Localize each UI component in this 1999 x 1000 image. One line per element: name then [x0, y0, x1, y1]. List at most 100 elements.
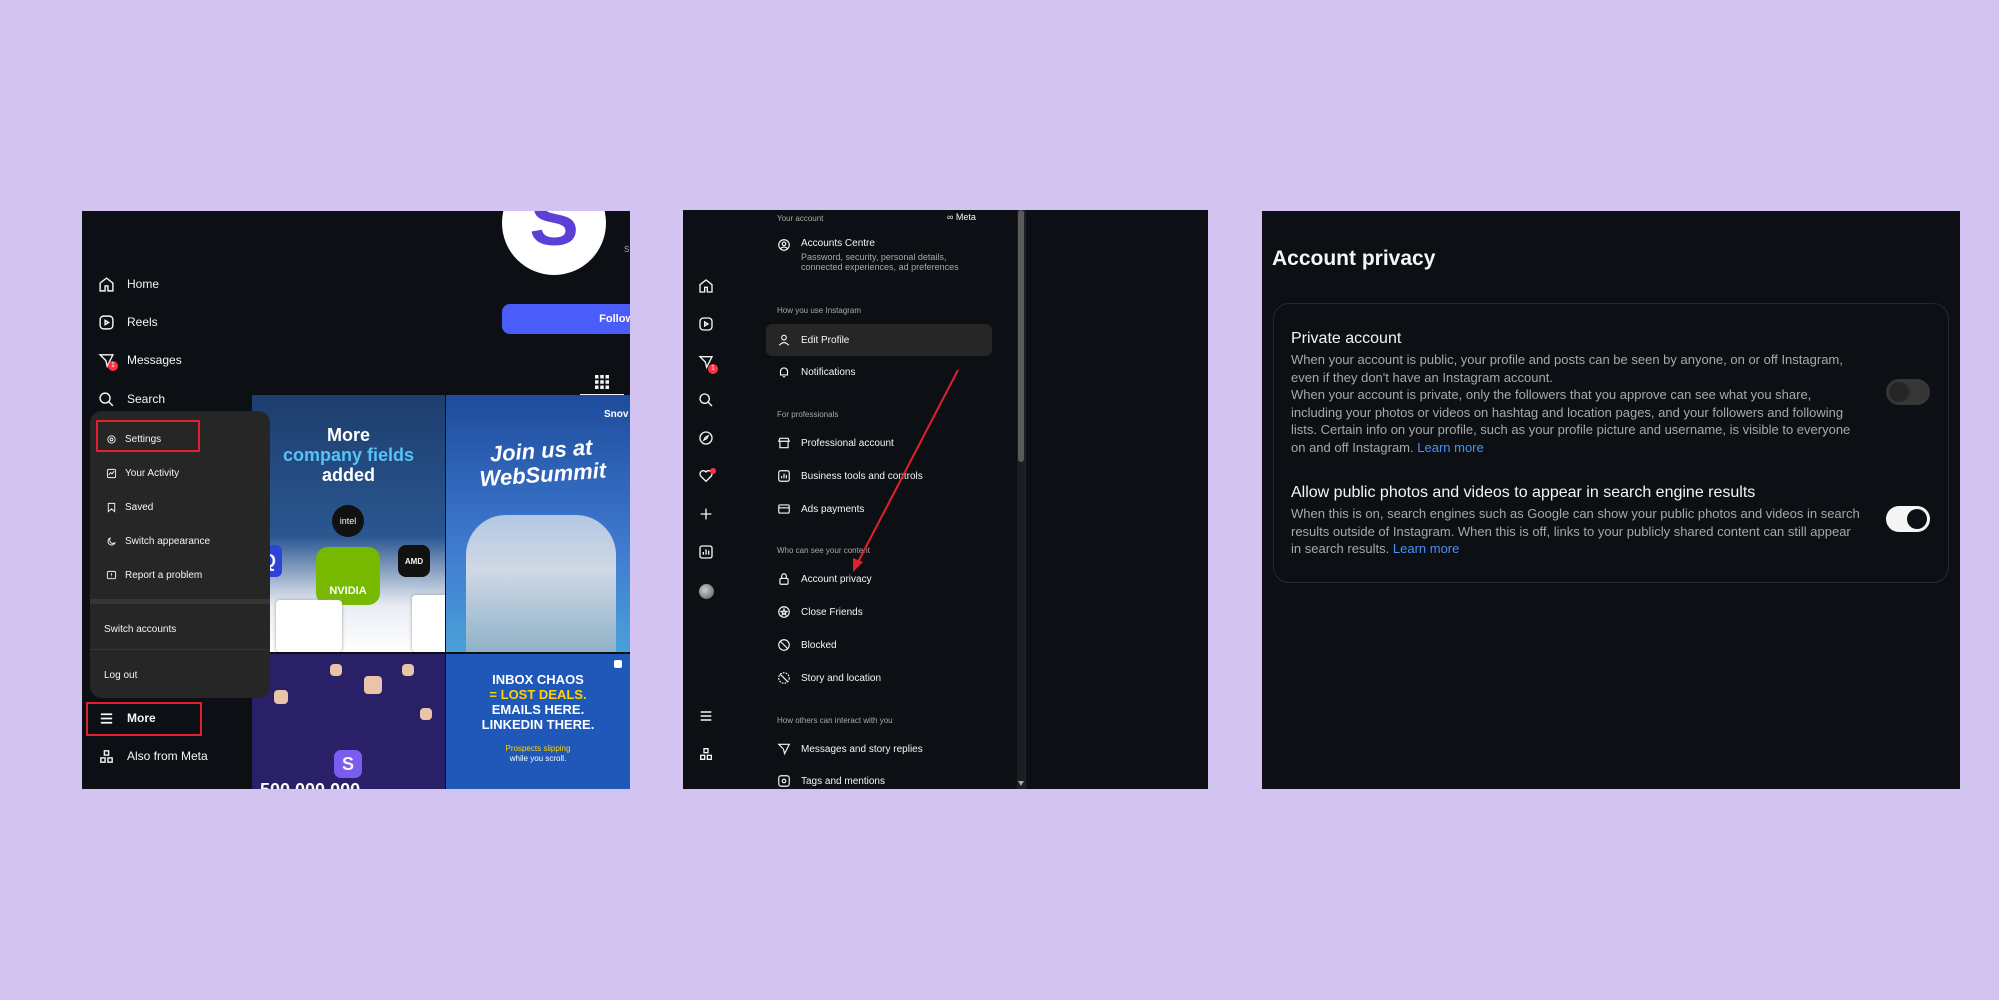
- moon-icon: [107, 536, 116, 545]
- private-account-toggle[interactable]: [1886, 379, 1930, 405]
- report-icon: [106, 570, 117, 579]
- menu-divider: [90, 649, 270, 650]
- amd-logo: AMD: [398, 545, 430, 577]
- account-privacy-panel: Account privacy Private account When you…: [1262, 211, 1960, 789]
- meta-apps-icon: [100, 749, 113, 763]
- private-desc-line1: When your account is public, your profil…: [1291, 352, 1843, 367]
- private-desc-line4: including your photos or videos on hasht…: [1291, 404, 1844, 420]
- search-engine-section: Allow public photos and videos to appear…: [1291, 484, 1871, 558]
- user-avatar-dot: [402, 664, 414, 676]
- menu-divider: [90, 599, 270, 604]
- menu-log-out-label: Log out: [104, 669, 138, 681]
- menu-your-activity-label: Your Activity: [125, 467, 180, 479]
- nav-reels[interactable]: Reels: [98, 311, 158, 333]
- settings-highlight: [96, 420, 200, 452]
- more-menu: Settings Your Activity Saved Switch appe…: [90, 411, 270, 698]
- menu-report-problem[interactable]: Report a problem: [106, 567, 202, 583]
- menu-switch-appearance[interactable]: Switch appearance: [106, 533, 210, 549]
- follow-label: Follow: [599, 313, 630, 325]
- user-avatar-dot: [364, 676, 382, 694]
- intel-logo: intel: [332, 505, 364, 537]
- arrow-annotation: [853, 369, 959, 572]
- snov-logo: S: [334, 750, 362, 778]
- menu-report-problem-label: Report a problem: [125, 569, 203, 581]
- menu-your-activity[interactable]: Your Activity: [106, 465, 179, 481]
- user-avatar-dot: [330, 664, 342, 676]
- bookmark-icon: [107, 502, 116, 513]
- home-icon: [99, 276, 114, 292]
- menu-switch-accounts[interactable]: Switch accounts: [104, 621, 176, 637]
- amd-label: AMD: [404, 556, 424, 566]
- activity-icon: [106, 468, 117, 478]
- menu-log-out[interactable]: Log out: [104, 667, 137, 683]
- search-engine-title: Allow public photos and videos to appear…: [1291, 484, 1756, 501]
- profile-avatar[interactable]: S: [502, 211, 606, 275]
- private-account-section: Private account When your account is pub…: [1291, 330, 1871, 456]
- tile1-title: More company fields added: [252, 425, 445, 485]
- toggle-knob: [1889, 382, 1909, 402]
- privacy-settings-card: Private account When your account is pub…: [1273, 303, 1949, 583]
- search-desc-line3: in search results. Learn more: [1291, 540, 1871, 558]
- instagram-settings-panel: 1 Your account ∞ Meta Accounts Centre Pa…: [683, 210, 1208, 789]
- follow-button[interactable]: Follow: [502, 304, 630, 334]
- intel-label: intel: [339, 516, 357, 526]
- reels-icon: [99, 314, 114, 330]
- nav-search-label: Search: [127, 392, 166, 406]
- tile4-text: INBOX CHAOS = LOST DEALS. EMAILS HERE. L…: [446, 672, 630, 732]
- avatar-letter: S: [529, 211, 579, 261]
- private-learn-more-link[interactable]: Learn more: [1417, 440, 1483, 455]
- posts-grid-tab[interactable]: [580, 371, 624, 395]
- nav-also-from-meta[interactable]: Also from Meta: [98, 745, 208, 767]
- tile4-line2: = LOST DEALS.: [489, 687, 587, 702]
- post-tile-websummit[interactable]: Snov Join us at WebSummit: [446, 395, 630, 652]
- private-desc-text6: on and off Instagram.: [1291, 439, 1414, 455]
- post-tile-company-fields[interactable]: More company fields added intel NVIDIA Q…: [252, 395, 445, 652]
- nvidia-label: NVIDIA: [329, 585, 367, 597]
- nav-reels-label: Reels: [127, 315, 158, 329]
- search-icon: [99, 391, 114, 406]
- menu-saved[interactable]: Saved: [106, 499, 153, 515]
- menu-switch-appearance-label: Switch appearance: [125, 535, 211, 547]
- tile1-line2: company fields: [282, 445, 415, 465]
- post-tile-snov-users[interactable]: S 500 000 000: [252, 654, 445, 789]
- nvidia-logo: NVIDIA: [316, 547, 380, 605]
- nav-also-from-meta-label: Also from Meta: [127, 749, 208, 763]
- private-desc-line6: on and off Instagram. Learn more: [1291, 439, 1871, 457]
- nav-home[interactable]: Home: [98, 273, 159, 295]
- post-tile-inbox-chaos[interactable]: INBOX CHAOS = LOST DEALS. EMAILS HERE. L…: [446, 654, 630, 789]
- tile1-line1: More: [326, 425, 370, 445]
- menu-saved-label: Saved: [125, 501, 154, 513]
- more-highlight: [86, 702, 202, 736]
- private-account-description: When your account is public, your profil…: [1291, 351, 1871, 456]
- tile1-card-right: [412, 595, 445, 652]
- search-learn-more-link[interactable]: Learn more: [1393, 541, 1459, 556]
- nav-search[interactable]: Search: [98, 388, 165, 410]
- search-desc-line1: When this is on, search engines such as …: [1291, 506, 1860, 521]
- private-desc-line5: lists. Certain info on your profile, suc…: [1291, 422, 1851, 437]
- user-avatar-dot: [420, 708, 432, 720]
- search-desc-text3: in search results.: [1291, 541, 1390, 556]
- tile4-line1: INBOX CHAOS: [492, 672, 584, 687]
- tile1-line3: added: [321, 465, 375, 485]
- private-desc-line2: even if they don't have an Instagram acc…: [1291, 369, 1553, 385]
- user-avatar-dot: [274, 690, 288, 704]
- tile4-line6: while you scroll.: [509, 754, 567, 763]
- tile4-line4: LINKEDIN THERE.: [481, 717, 595, 732]
- tile2-title: Join us at WebSummit: [461, 433, 624, 492]
- messages-badge: 1: [108, 361, 118, 371]
- snov-logo-letter: S: [341, 753, 354, 774]
- instagram-profile-panel: S S Follow More company fields added int…: [82, 211, 630, 789]
- tile3-number: 500 000 000: [260, 780, 360, 789]
- search-engine-toggle[interactable]: [1886, 506, 1930, 532]
- private-account-title: Private account: [1291, 330, 1402, 347]
- grid-icon: [595, 375, 609, 389]
- tile4-line5: Prospects slipping: [505, 744, 571, 753]
- nav-home-label: Home: [127, 277, 160, 291]
- menu-switch-accounts-label: Switch accounts: [104, 623, 177, 635]
- nav-messages-label: Messages: [127, 353, 182, 367]
- page-title: Account privacy: [1272, 247, 1436, 270]
- toggle-knob: [1907, 509, 1927, 529]
- search-desc-line2: results outside of Instagram. When this …: [1291, 523, 1851, 539]
- tile4-subtext: Prospects slipping while you scroll.: [446, 744, 630, 764]
- tile2-people-photo: [466, 515, 616, 652]
